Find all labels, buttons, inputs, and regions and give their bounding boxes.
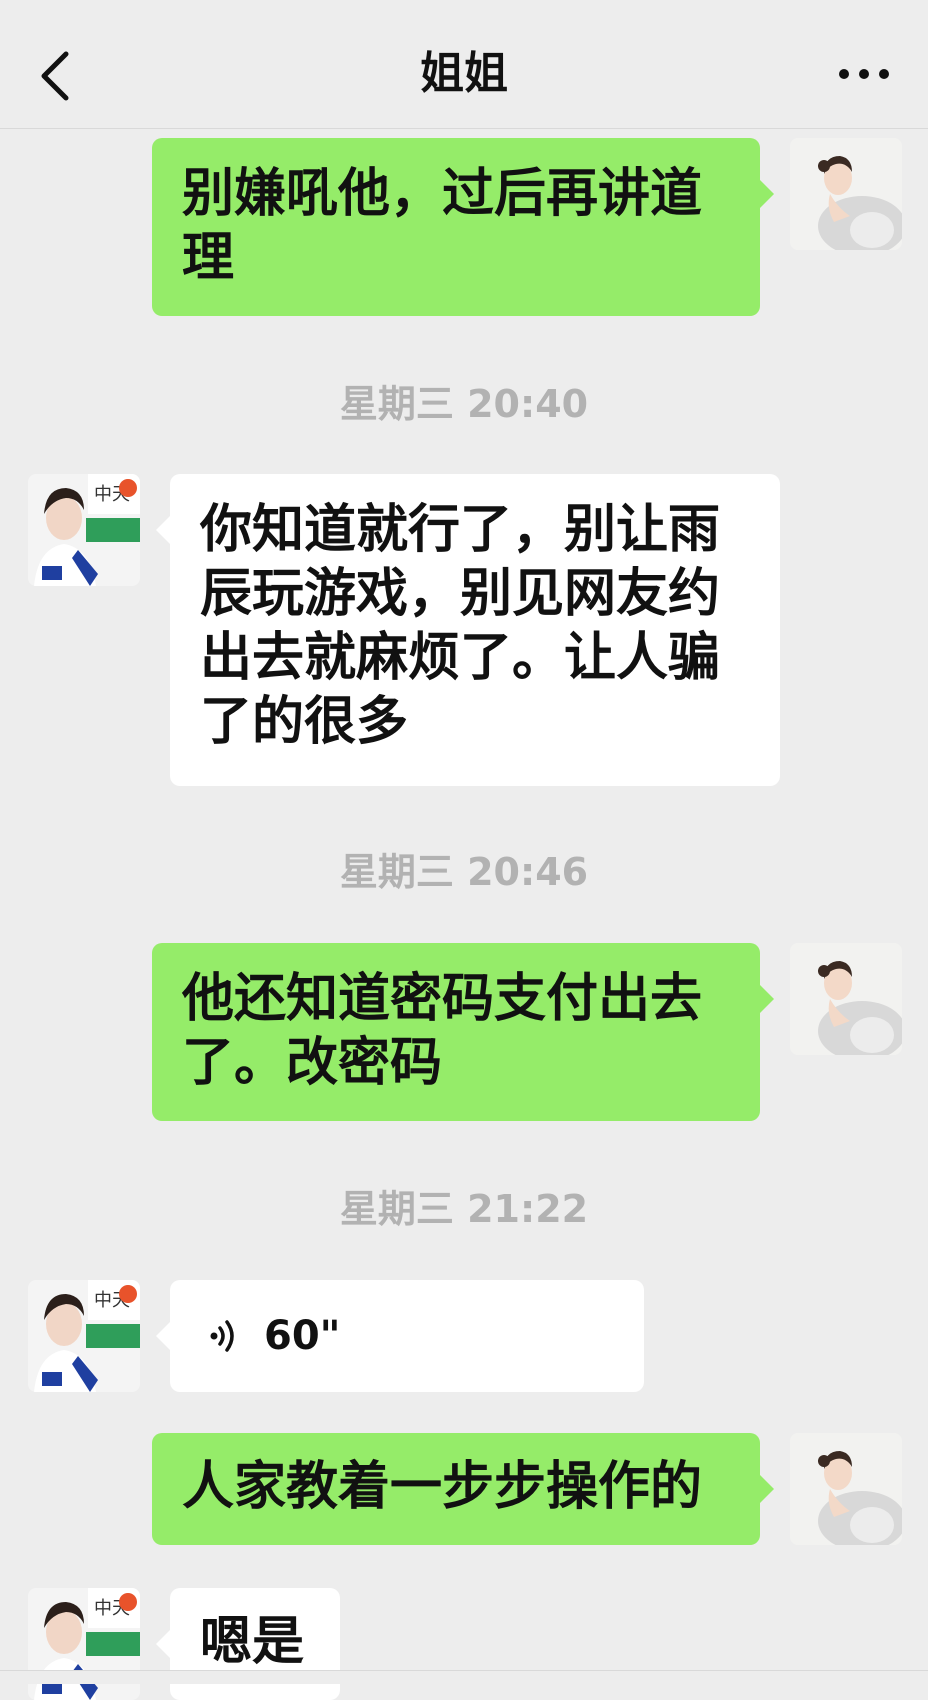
my-avatar[interactable]	[790, 138, 902, 250]
input-area-edge	[0, 1670, 928, 1684]
outgoing-message[interactable]: 别嫌吼他，过后再讲道理	[152, 138, 774, 316]
message-text: 嗯是	[200, 1612, 305, 1672]
my-avatar[interactable]	[790, 943, 902, 1055]
incoming-message[interactable]: 你知道就行了，别让雨辰玩游戏，别见网友约出去就麻烦了。让人骗了的很多	[156, 474, 780, 786]
outgoing-message[interactable]: 人家教着一步步操作的	[152, 1433, 774, 1545]
message-text: 人家教着一步步操作的	[182, 1457, 703, 1517]
my-avatar[interactable]	[790, 1433, 902, 1545]
contact-avatar[interactable]: 中天	[28, 1280, 140, 1392]
message-text: 他还知道密码支付出去了。改密码	[182, 969, 703, 1093]
voice-duration: 60"	[264, 1313, 341, 1359]
message-text: 你知道就行了，别让雨辰玩游戏，别见网友约出去就麻烦了。让人骗了的很多	[200, 500, 721, 752]
outgoing-message[interactable]: 他还知道密码支付出去了。改密码	[152, 943, 774, 1121]
chat-title: 姐姐	[420, 48, 508, 99]
timestamp: 星期三 20:46	[339, 850, 589, 894]
voice-wave-icon	[210, 1320, 234, 1352]
voice-message[interactable]: 60"	[156, 1280, 644, 1392]
timestamp: 星期三 20:40	[339, 382, 589, 426]
message-text: 别嫌吼他，过后再讲道理	[182, 164, 703, 288]
more-dots-icon[interactable]	[836, 60, 892, 88]
timestamp: 星期三 21:22	[339, 1187, 589, 1231]
chat-header: 姐姐	[0, 0, 928, 129]
contact-avatar[interactable]: 中天	[28, 474, 140, 586]
